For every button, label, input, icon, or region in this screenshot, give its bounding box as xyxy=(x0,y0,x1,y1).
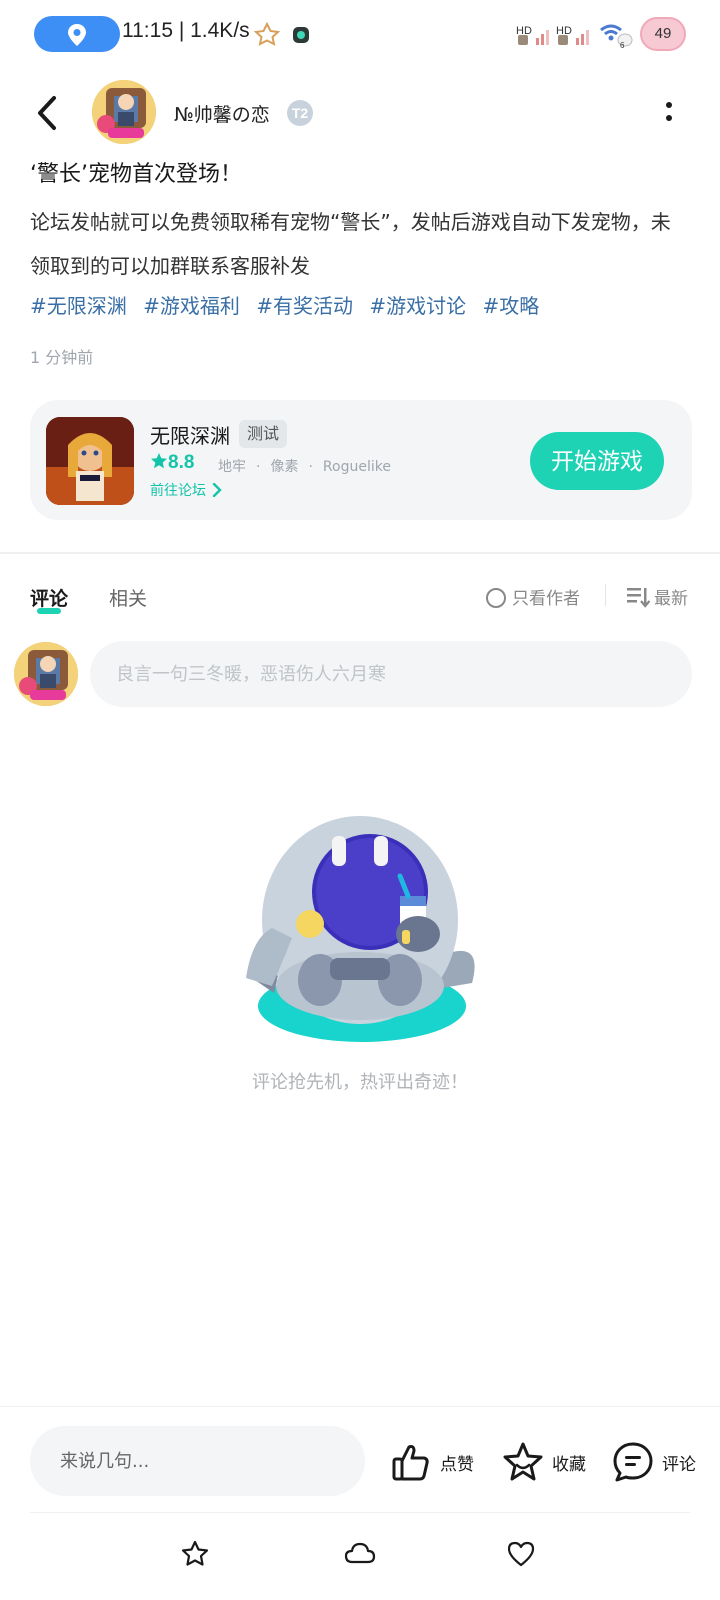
tab-comments[interactable]: 评论 xyxy=(30,584,68,611)
separator xyxy=(605,584,606,606)
sort-label: 最新 xyxy=(654,589,688,609)
signal-icon: HD xyxy=(556,25,589,45)
reply-input[interactable] xyxy=(30,1426,365,1496)
location-pill[interactable] xyxy=(34,16,120,52)
empty-state-text: 评论抢先机，热评出奇迹！ xyxy=(252,1072,468,1093)
game-category: 像素 xyxy=(270,459,299,475)
separator-dot: · xyxy=(308,459,313,475)
game-category: 地牢 xyxy=(218,459,246,475)
tag-link[interactable]: #游戏讨论 xyxy=(369,294,466,318)
more-icon[interactable] xyxy=(664,102,674,128)
comment-label: 评论 xyxy=(662,1454,696,1475)
start-game-button[interactable]: 开始游戏 xyxy=(530,432,664,490)
wifi-icon: 6 xyxy=(600,24,633,50)
bottom-divider xyxy=(0,1406,720,1407)
favorite-button[interactable]: 收藏 xyxy=(502,1440,586,1484)
sort-icon xyxy=(627,588,651,608)
tab-active-indicator xyxy=(37,608,61,614)
star-icon xyxy=(503,1442,543,1481)
back-icon[interactable] xyxy=(32,92,62,134)
only-author-toggle[interactable]: 只看作者 xyxy=(486,584,580,609)
game-score-value: 8.8 xyxy=(168,452,195,473)
svg-text:6: 6 xyxy=(620,41,625,50)
tag-link[interactable]: #无限深渊 xyxy=(30,294,127,318)
game-categories: 地牢 · 像素 · Roguelike xyxy=(218,456,391,476)
comment-button[interactable]: 评论 xyxy=(612,1440,696,1484)
nav-divider xyxy=(30,1512,690,1513)
author-level-badge: T2 xyxy=(287,100,313,126)
author-avatar[interactable] xyxy=(92,80,156,144)
signal-icon: HD xyxy=(516,25,549,45)
game-status-tag: 测试 xyxy=(239,420,288,448)
status-bar: 11:15 | 1.4K/s HD HD 6 49 xyxy=(0,0,720,70)
chevron-right-icon xyxy=(213,482,223,498)
separator-dot: · xyxy=(256,459,261,475)
post-timestamp: 1 分钟前 xyxy=(30,348,94,367)
star-icon xyxy=(151,453,167,469)
author-name[interactable]: №帅馨の恋 xyxy=(174,100,270,127)
forum-link[interactable]: 前往论坛 xyxy=(150,480,223,500)
battery-indicator: 49 xyxy=(640,17,686,51)
comment-input[interactable] xyxy=(90,641,692,707)
nav-heart-icon[interactable] xyxy=(506,1540,536,1568)
like-label: 点赞 xyxy=(440,1454,474,1475)
only-author-label: 只看作者 xyxy=(512,589,580,609)
nav-home-icon[interactable] xyxy=(180,1540,210,1568)
forum-link-label: 前往论坛 xyxy=(150,483,206,499)
tag-link[interactable]: #有奖活动 xyxy=(256,294,353,318)
status-time: 11:15 | 1.4K/s xyxy=(122,19,250,42)
tag-link[interactable]: #游戏福利 xyxy=(143,294,240,318)
game-icon[interactable] xyxy=(46,417,134,505)
my-avatar xyxy=(14,642,78,706)
robot-mascot-illustration xyxy=(246,816,475,1042)
game-category: Roguelike xyxy=(322,459,391,475)
star-icon xyxy=(253,22,281,46)
tag-link[interactable]: #攻略 xyxy=(483,294,540,318)
game-card[interactable]: 无限深渊 测试 8.8 地牢 · 像素 · Roguelike 前往论坛 开始游戏 xyxy=(30,400,692,520)
comment-bubble-icon xyxy=(613,1442,653,1482)
game-score: 8.8 xyxy=(150,452,194,474)
avatar-image xyxy=(92,80,156,144)
favorite-label: 收藏 xyxy=(552,1454,586,1475)
post-body: 论坛发帖就可以免费领取稀有宠物“警长”，发帖后游戏自动下发宠物，未领取到的可以加… xyxy=(30,210,671,278)
radio-circle-icon xyxy=(486,588,506,608)
thumbs-up-icon xyxy=(392,1445,429,1481)
nav-cloud-icon[interactable] xyxy=(344,1540,376,1568)
post-title: ‘警长’宠物首次登场！ xyxy=(30,162,242,187)
game-name[interactable]: 无限深渊 xyxy=(150,420,230,449)
like-button[interactable]: 点赞 xyxy=(390,1440,474,1484)
location-icon xyxy=(68,24,86,46)
section-divider xyxy=(0,552,720,554)
tab-related[interactable]: 相关 xyxy=(109,584,147,611)
app-icon xyxy=(293,27,309,43)
sort-toggle[interactable]: 最新 xyxy=(626,584,688,609)
post-tags: #无限深渊 #游戏福利 #有奖活动 #游戏讨论 #攻略 xyxy=(30,290,549,319)
